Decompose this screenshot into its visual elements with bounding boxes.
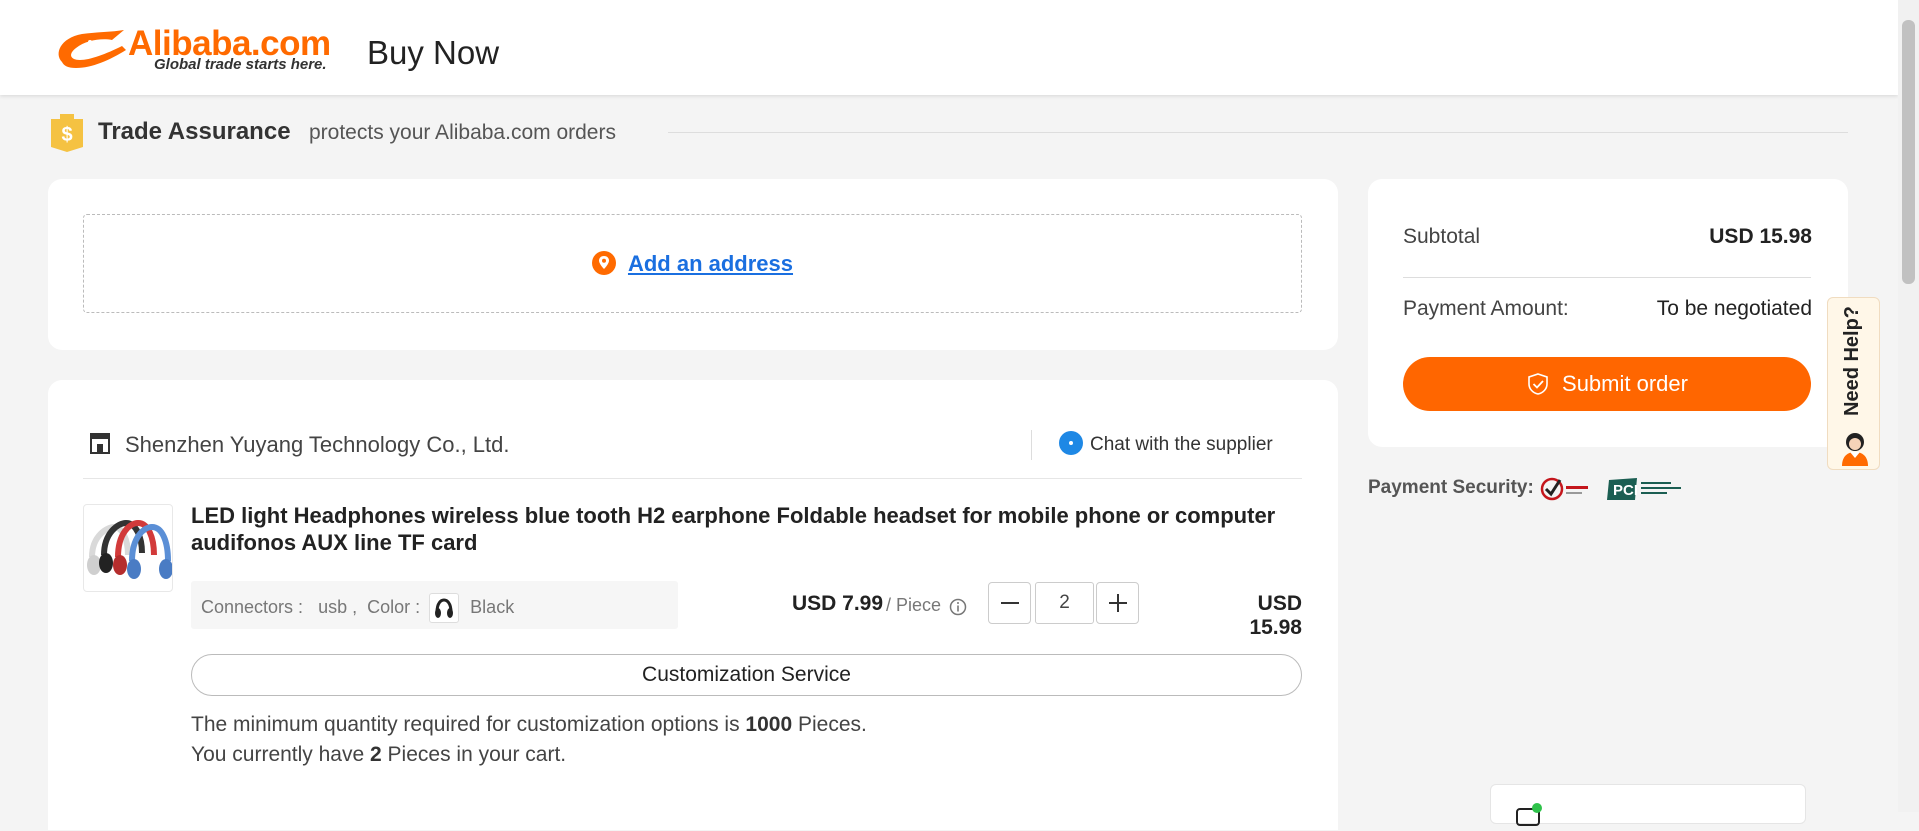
need-help-button[interactable]: Need Help? [1827, 297, 1880, 470]
customization-service-button[interactable]: Customization Service [191, 654, 1302, 696]
messenger-icon [1516, 803, 1542, 826]
product-image[interactable] [83, 504, 173, 592]
address-card: Add an address [48, 179, 1338, 350]
svg-text:$: $ [61, 124, 72, 146]
location-pin-icon [591, 251, 616, 275]
order-card: Shenzhen Yuyang Technology Co., Ltd. Cha… [48, 380, 1338, 830]
subtotal-label: Subtotal [1403, 225, 1481, 248]
headphones-image-icon [87, 519, 173, 579]
submit-order-label[interactable]: Submit order [1562, 371, 1688, 396]
quantity-input[interactable] [1035, 582, 1094, 624]
note-line2-prefix: You currently have [191, 743, 365, 766]
note-line2-suffix: Pieces in your cart. [387, 743, 567, 766]
unit-label: / Piece [886, 595, 942, 615]
add-address-link[interactable]: Add an address [84, 251, 1301, 277]
top-header: Alibaba.com Global trade starts here. Bu… [0, 0, 1898, 95]
color-value: Black [470, 597, 515, 617]
page-scrollbar[interactable] [1898, 0, 1919, 812]
store-icon [90, 433, 110, 454]
note-cart-qty: 2 [370, 743, 382, 766]
submit-order-button[interactable]: Submit order [1403, 357, 1811, 411]
color-swatch [429, 593, 460, 623]
note-line1-suffix: Pieces. [797, 713, 867, 736]
note-line1-prefix: The minimum quantity required for custom… [191, 713, 740, 736]
alibaba-logo-mark-icon [58, 30, 127, 68]
black-headphones-swatch-icon [435, 598, 454, 618]
supplier-name[interactable]: Shenzhen Yuyang Technology Co., Ltd. [125, 432, 509, 458]
divider [1031, 430, 1032, 460]
trade-assurance-description: protects your Alibaba.com orders [309, 121, 616, 144]
chat-icon [1059, 431, 1083, 455]
payment-amount-label: Payment Amount: [1403, 297, 1569, 320]
divider [1403, 277, 1811, 278]
plus-icon [1108, 594, 1127, 612]
payment-security-label: Payment Security: [1368, 477, 1534, 498]
divider [668, 132, 1848, 133]
unit-price: USD 7.99 [792, 592, 884, 615]
payment-amount-value: To be negotiated [1656, 297, 1812, 320]
support-agent-icon [1842, 433, 1868, 466]
add-address-box[interactable]: Add an address [83, 214, 1302, 313]
product-title[interactable]: LED light Headphones wireless blue tooth… [191, 502, 1301, 556]
add-address-label[interactable]: Add an address [628, 251, 793, 276]
svg-text:PCI: PCI [1613, 482, 1638, 499]
order-summary-card: Subtotal USD 15.98 Payment Amount: To be… [1368, 179, 1848, 447]
product-options: Connectors : usb , Color : Black [191, 581, 678, 629]
logo-tagline: Global trade starts here. [154, 56, 327, 73]
subtotal-value: USD 15.98 [1709, 225, 1812, 248]
shield-check-icon [1528, 373, 1548, 395]
pci-security-icon: PCI [1607, 478, 1681, 500]
bottom-widget[interactable] [1490, 784, 1806, 826]
scrollbar-thumb[interactable] [1902, 20, 1915, 284]
verisign-secured-icon [1540, 477, 1588, 501]
trade-assurance-icon: $ [51, 114, 83, 152]
info-icon[interactable] [949, 598, 967, 616]
note-min-qty: 1000 [745, 713, 793, 736]
customization-note: The minimum quantity required for custom… [191, 710, 867, 770]
connectors-value: usb , [318, 597, 358, 617]
alibaba-logo[interactable]: Alibaba.com Global trade starts here. [52, 24, 342, 76]
divider [83, 478, 1302, 479]
need-help-label[interactable]: Need Help? [1841, 306, 1864, 416]
minus-icon [1000, 602, 1019, 604]
trade-assurance-title: Trade Assurance [98, 118, 291, 145]
line-total: USD 15.98 [1249, 592, 1302, 639]
quantity-decrease-button[interactable] [988, 582, 1031, 624]
color-label: Color : [367, 597, 421, 617]
chat-label[interactable]: Chat with the supplier [1090, 434, 1273, 455]
chat-with-supplier-button[interactable]: Chat with the supplier [1058, 430, 1273, 456]
quantity-increase-button[interactable] [1096, 582, 1139, 624]
page-title: Buy Now [367, 34, 500, 71]
connectors-label: Connectors : [201, 597, 304, 617]
